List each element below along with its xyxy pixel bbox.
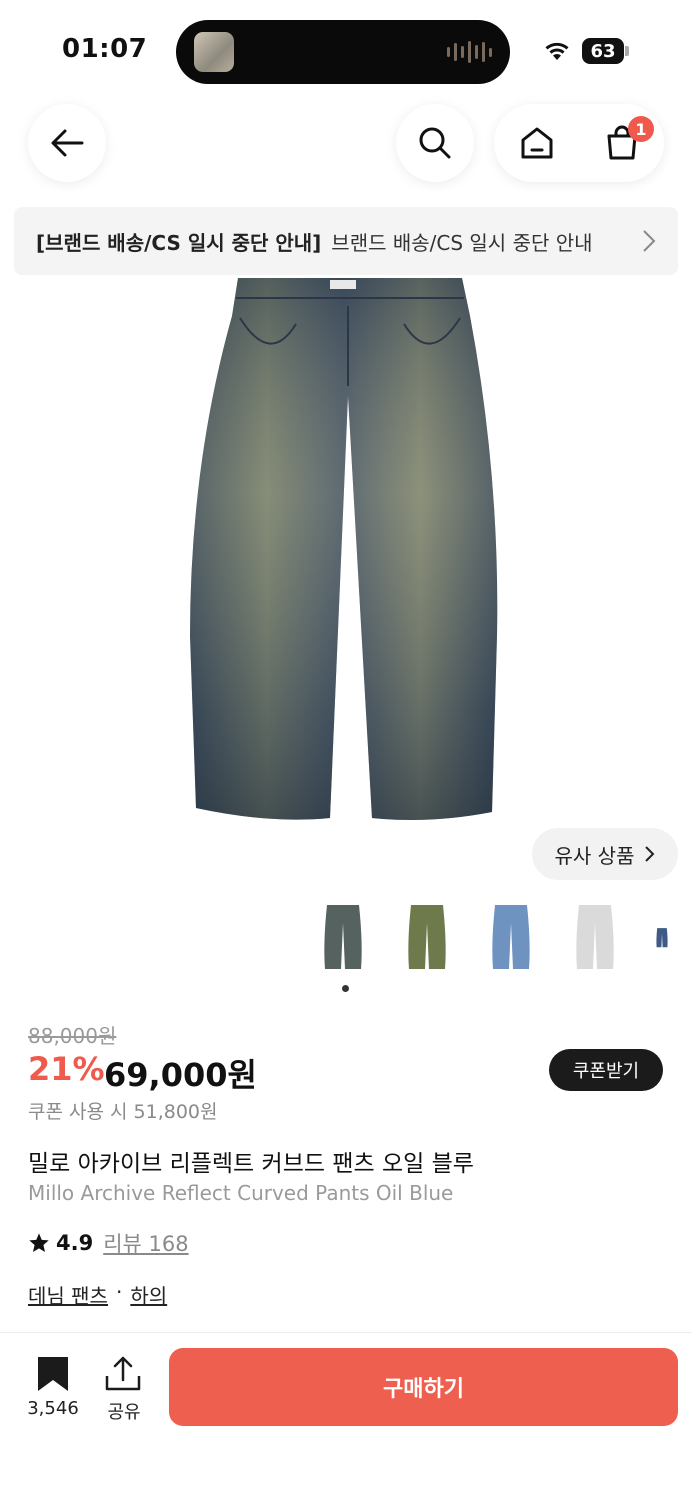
notice-banner[interactable]: [브랜드 배송/CS 일시 중단 안내] 브랜드 배송/CS 일시 중단 안내	[14, 207, 678, 275]
back-button[interactable]	[28, 104, 106, 182]
category-bottoms-link[interactable]: 하의	[130, 1280, 167, 1309]
thumbnail-oil-blue[interactable]	[320, 900, 366, 976]
notice-text: 브랜드 배송/CS 일시 중단 안내	[331, 230, 593, 255]
sale-price: 69,000원	[104, 1056, 257, 1094]
thumbnail-olive[interactable]	[404, 900, 450, 976]
buy-button[interactable]: 구매하기	[169, 1348, 678, 1426]
status-time: 01:07	[62, 34, 148, 64]
wifi-icon	[545, 42, 569, 60]
rating-row: 4.9 리뷰 168	[28, 1228, 189, 1258]
arrow-left-icon	[51, 129, 84, 157]
product-name-english: Millo Archive Reflect Curved Pants Oil B…	[28, 1181, 454, 1205]
thumbnail-white[interactable]	[572, 900, 618, 976]
jeans-thumb-image	[656, 928, 668, 948]
review-link[interactable]: 리뷰 168	[103, 1228, 188, 1258]
jeans-thumb-image	[576, 905, 614, 969]
category-separator: ·	[115, 1280, 123, 1304]
jeans-thumb-image	[324, 905, 362, 969]
now-playing-artwork	[194, 32, 234, 72]
original-price: 88,000원	[28, 1024, 117, 1048]
star-icon	[29, 1233, 49, 1252]
share-label: 공유	[107, 1402, 141, 1423]
rating-value: 4.9	[56, 1231, 94, 1255]
battery-cap	[625, 46, 629, 56]
coupon-price: 쿠폰 사용 시 51,800원	[28, 1101, 218, 1123]
jeans-thumb-image	[492, 905, 530, 969]
jeans-thumb-image	[408, 905, 446, 969]
thumbnail-dark-blue[interactable]	[656, 900, 668, 976]
chevron-right-icon	[645, 846, 655, 862]
product-name-korean: 밀로 아카이브 리플렉트 커브드 팬츠 오일 블루	[28, 1151, 474, 1177]
jeans-image	[190, 278, 498, 820]
bookmark-icon[interactable]	[36, 1356, 70, 1392]
audio-wave-icon	[447, 41, 492, 63]
product-image[interactable]	[0, 276, 692, 888]
home-icon[interactable]	[519, 126, 555, 160]
color-thumbnails	[320, 900, 668, 976]
divider	[0, 1332, 692, 1333]
chevron-right-icon	[643, 230, 656, 252]
category-denim-pants-link[interactable]: 데님 팬츠	[28, 1280, 108, 1309]
carousel-dot	[342, 985, 349, 992]
share-icon[interactable]	[104, 1356, 142, 1392]
discount-rate: 21%	[28, 1050, 105, 1088]
dynamic-island[interactable]	[176, 20, 510, 84]
battery-icon: 63	[582, 38, 624, 64]
search-icon	[419, 127, 451, 159]
similar-products-label: 유사 상품	[554, 843, 635, 868]
cart-count-badge: 1	[628, 116, 654, 142]
search-button[interactable]	[396, 104, 474, 182]
notice-title: [브랜드 배송/CS 일시 중단 안내]	[36, 230, 322, 255]
category-breadcrumb: 데님 팬츠 · 하의	[28, 1280, 167, 1309]
get-coupon-button[interactable]: 쿠폰받기	[549, 1049, 663, 1091]
similar-products-button[interactable]: 유사 상품	[532, 828, 678, 880]
bookmark-count: 3,546	[27, 1398, 79, 1419]
thumbnail-light-blue[interactable]	[488, 900, 534, 976]
